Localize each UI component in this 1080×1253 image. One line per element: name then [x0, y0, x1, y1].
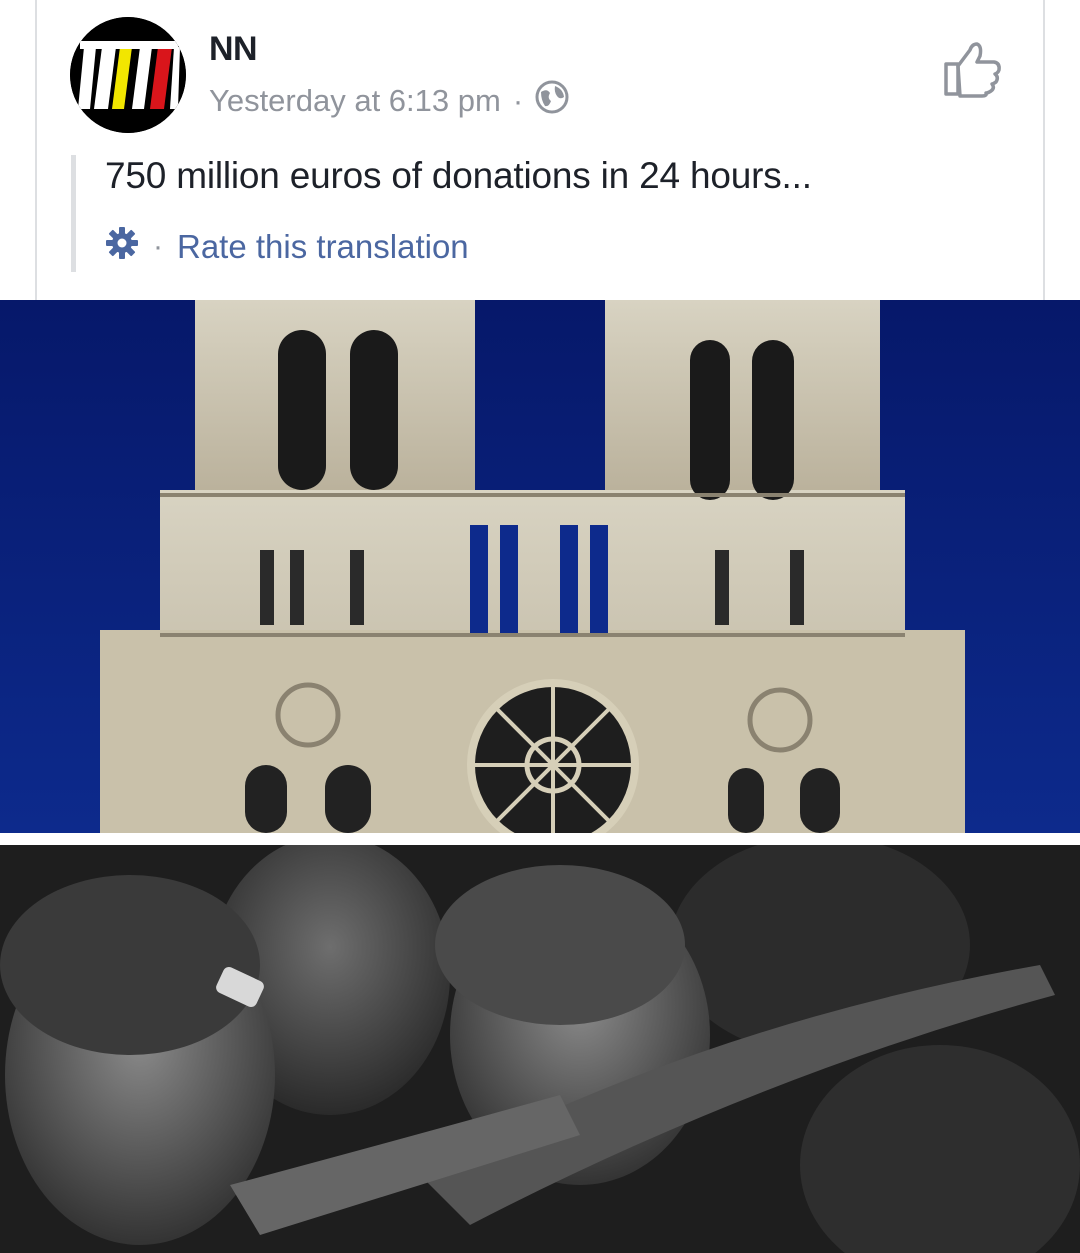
- author-name[interactable]: NN: [209, 30, 258, 69]
- thumbs-up-icon[interactable]: [942, 40, 1004, 98]
- avatar[interactable]: [70, 17, 186, 133]
- gear-icon[interactable]: [105, 226, 139, 268]
- post-text: 750 million euros of donations in 24 hou…: [105, 155, 812, 196]
- translation-separator: ·: [153, 230, 163, 263]
- timestamp[interactable]: Yesterday at 6:13 pm: [209, 83, 501, 119]
- translation-quote-bar: [71, 155, 76, 272]
- image-divider: [0, 833, 1080, 845]
- rate-translation-link[interactable]: Rate this translation: [177, 228, 469, 266]
- translation-row: · Rate this translation: [105, 226, 469, 268]
- cathedral-photo[interactable]: [0, 300, 1080, 833]
- meta-separator: ·: [512, 83, 524, 118]
- children-photo[interactable]: [0, 845, 1080, 1253]
- post-card: NN Yesterday at 6:13 pm · 750 million eu…: [35, 0, 1045, 300]
- post-meta: Yesterday at 6:13 pm ·: [209, 80, 569, 122]
- globe-icon: [535, 80, 569, 122]
